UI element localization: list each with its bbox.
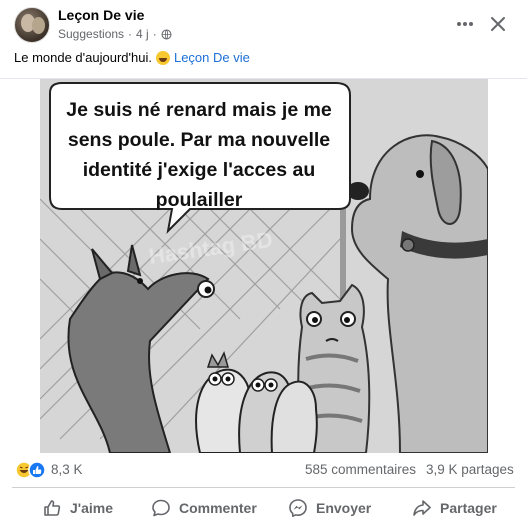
more-horizontal-icon (457, 22, 473, 26)
post-meta: Suggestions · 4 j · (58, 27, 172, 41)
post-actions: J'aime Commenter Envoyer Partager (0, 490, 527, 526)
page-name[interactable]: Leçon De vie (58, 7, 144, 23)
comments-count[interactable]: 585 commentaires (305, 462, 416, 477)
post-card: Leçon De vie Suggestions · 4 j · Le mond… (0, 0, 527, 531)
suggestions-label: Suggestions (58, 27, 125, 41)
send-label: Envoyer (316, 500, 372, 516)
close-icon (491, 17, 505, 31)
close-button[interactable] (485, 11, 511, 37)
share-arrow-icon (413, 500, 431, 516)
send-button[interactable]: Envoyer (288, 492, 371, 524)
grin-emoji-icon (155, 50, 170, 65)
messenger-icon (289, 499, 307, 517)
reaction-icons[interactable] (15, 461, 49, 479)
avatar[interactable] (14, 7, 50, 43)
post-header: Leçon De vie Suggestions · 4 j · (0, 0, 527, 46)
thumbs-up-icon (44, 500, 61, 516)
post-caption: Le monde d'aujourd'hui. Leçon De vie (14, 50, 250, 65)
share-button[interactable]: Partager (412, 492, 497, 524)
like-button[interactable]: J'aime (42, 492, 113, 524)
post-image-container: Hashtag BD Je suis né renard mais je me … (0, 78, 527, 453)
post-image[interactable]: Hashtag BD Je suis né renard mais je me … (40, 79, 488, 453)
bubble-line: sens poule. Par ma nouvelle (67, 129, 331, 151)
comment-label: Commenter (179, 500, 257, 516)
share-label: Partager (440, 500, 497, 516)
more-options-button[interactable] (452, 11, 478, 37)
bubble-line: poulailler (155, 189, 243, 211)
like-reaction-icon (28, 461, 46, 479)
comment-button[interactable]: Commenter (151, 492, 257, 524)
reactions-bar: 8,3 K 585 commentaires 3,9 K partages (0, 455, 527, 485)
bubble-line: identité j'exige l'acces au (82, 159, 316, 181)
bubble-line: Je suis né renard mais je me (66, 99, 332, 121)
speech-bubble-text: Je suis né renard mais je me sens poule.… (48, 95, 350, 215)
caption-page-link[interactable]: Leçon De vie (174, 50, 250, 65)
speech-bubble-icon (152, 499, 170, 517)
divider (12, 487, 515, 488)
post-time[interactable]: 4 j (136, 27, 149, 41)
globe-icon (161, 29, 172, 39)
shares-count[interactable]: 3,9 K partages (426, 462, 514, 477)
like-label: J'aime (70, 500, 114, 516)
meta-separator: · (128, 27, 133, 41)
meta-separator-2: · (152, 27, 157, 41)
reactions-count[interactable]: 8,3 K (51, 462, 83, 477)
caption-text: Le monde d'aujourd'hui. (14, 50, 152, 65)
